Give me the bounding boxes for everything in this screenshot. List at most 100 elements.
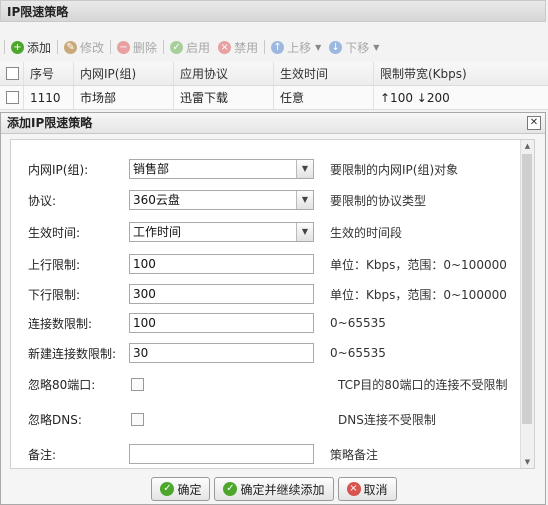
edit-label: 修改 — [80, 40, 105, 55]
down-limit-hint: 单位：Kbps，范围：0~100000 — [330, 287, 507, 302]
cancel-icon: × — [346, 482, 361, 496]
new-conn-limit-row: 新建连接数限制: 30 0~65535 — [28, 341, 528, 365]
table-header: 序号 内网IP(组) 应用协议 生效时间 限制带宽(Kbps) — [0, 62, 548, 86]
protocol-value: 360云盘 — [133, 193, 180, 207]
chevron-down-icon[interactable]: ▼ — [296, 160, 313, 178]
dialog-button-bar: ✓ 确定 ✓ 确定并继续添加 × 取消 — [1, 477, 547, 501]
enable-button[interactable]: ✓ 启用 — [170, 39, 210, 56]
dialog-title-bar: 添加IP限速策略 ✕ — [1, 113, 545, 134]
chevron-down-icon[interactable]: ▼ — [296, 191, 313, 209]
ignore-dns-hint: DNS连接不受限制 — [338, 412, 436, 427]
schedule-select[interactable]: 工作时间 ▼ — [129, 222, 314, 242]
row-bandwidth: ↑100 ↓200 — [380, 90, 450, 105]
table-row[interactable]: 1110 市场部 迅雷下载 任意 ↑100 ↓200 — [0, 86, 548, 110]
cancel-button[interactable]: × 取消 — [337, 477, 397, 501]
row-select-cell — [0, 86, 24, 109]
disable-icon: × — [218, 40, 232, 54]
schedule-hint: 生效的时间段 — [330, 225, 403, 240]
remark-row: 备注: 策略备注 — [28, 442, 528, 466]
ip-group-row: 内网IP(组): 销售部 ▼ 要限制的内网IP(组)对象 — [28, 157, 528, 181]
toolbar-divider — [4, 40, 5, 54]
ip-group-value: 销售部 — [133, 162, 170, 176]
conn-limit-input[interactable]: 100 — [129, 313, 314, 333]
edit-user-icon: ✎ — [64, 40, 78, 54]
conn-limit-row: 连接数限制: 100 0~65535 — [28, 311, 528, 335]
protocol-label: 协议: — [28, 193, 57, 208]
column-header[interactable]: 内网IP(组) — [74, 62, 174, 85]
delete-label: 删除 — [133, 40, 158, 55]
row-time: 任意 — [274, 86, 374, 109]
toolbar-divider — [110, 40, 112, 54]
delete-button[interactable]: − 删除 — [117, 39, 157, 56]
toolbar-divider — [57, 40, 59, 54]
edit-button[interactable]: ✎ 修改 — [64, 39, 104, 56]
check-icon: ✓ — [170, 40, 184, 54]
check-icon: ✓ — [160, 482, 175, 496]
disable-button[interactable]: × 禁用 — [218, 39, 258, 56]
delete-icon: − — [117, 40, 131, 54]
select-all-cell — [0, 62, 24, 85]
ip-group-label: 内网IP(组): — [28, 162, 89, 177]
add-policy-dialog: 添加IP限速策略 ✕ 内网IP(组): 销售部 ▼ 要限制的内网IP(组)对象 … — [0, 112, 546, 505]
remark-hint: 策略备注 — [330, 447, 379, 462]
protocol-hint: 要限制的协议类型 — [330, 193, 427, 208]
down-limit-input[interactable]: 300 — [129, 284, 314, 304]
form-scrollbar[interactable]: ▲ ▼ — [520, 140, 534, 468]
move-up-button[interactable]: ↑ 上移 ▼ — [271, 39, 321, 56]
enable-label: 启用 — [186, 40, 211, 55]
new-conn-limit-input[interactable]: 30 — [129, 343, 314, 363]
arrow-down-icon: ↓ — [329, 40, 343, 54]
row-protocol: 迅雷下载 — [174, 86, 274, 109]
ip-group-select[interactable]: 销售部 ▼ — [129, 159, 314, 179]
up-limit-input[interactable]: 100 — [129, 254, 314, 274]
panel-title: IP限速策略 — [0, 0, 546, 22]
ip-group-hint: 要限制的内网IP(组)对象 — [330, 162, 459, 177]
add-label: 添加 — [27, 40, 52, 55]
schedule-label: 生效时间: — [28, 225, 81, 240]
up-limit-hint: 单位：Kbps，范围：0~100000 — [330, 257, 507, 272]
dialog-form: 内网IP(组): 销售部 ▼ 要限制的内网IP(组)对象 协议: 360云盘 ▼… — [10, 139, 535, 469]
down-limit-label: 下行限制: — [28, 287, 81, 302]
cancel-label: 取消 — [363, 482, 388, 497]
column-header[interactable]: 限制带宽(Kbps) — [374, 62, 548, 85]
new-conn-limit-hint: 0~65535 — [330, 346, 386, 360]
row-checkbox[interactable] — [6, 91, 19, 104]
row-ip: 市场部 — [74, 86, 174, 109]
down-limit-row: 下行限制: 300 单位：Kbps，范围：0~100000 — [28, 282, 528, 306]
ok-button[interactable]: ✓ 确定 — [151, 477, 211, 501]
column-header[interactable]: 生效时间 — [274, 62, 374, 85]
up-limit-row: 上行限制: 100 单位：Kbps，范围：0~100000 — [28, 252, 528, 276]
ok-continue-button[interactable]: ✓ 确定并继续添加 — [214, 477, 334, 501]
check-icon: ✓ — [223, 482, 238, 496]
chevron-down-icon[interactable]: ▼ — [296, 223, 313, 241]
conn-limit-label: 连接数限制: — [28, 316, 93, 331]
protocol-select[interactable]: 360云盘 ▼ — [129, 190, 314, 210]
new-conn-limit-label: 新建连接数限制: — [28, 346, 117, 361]
ignore-80-checkbox[interactable] — [131, 377, 144, 391]
scroll-thumb[interactable] — [522, 154, 532, 424]
disable-label: 禁用 — [234, 40, 259, 55]
ok-continue-label: 确定并继续添加 — [240, 482, 325, 497]
dialog-title: 添加IP限速策略 — [7, 116, 93, 130]
arrow-up-icon: ↑ — [271, 40, 285, 54]
ignore-dns-checkbox[interactable] — [131, 412, 144, 426]
toolbar: + 添加 ✎ 修改 − 删除 ✓ 启用 × 禁用 ↑ 上移 ▼ ↓ 下移 ▼ — [0, 34, 548, 60]
protocol-row: 协议: 360云盘 ▼ 要限制的协议类型 — [28, 188, 528, 212]
ignore-dns-row: 忽略DNS: DNS连接不受限制 — [28, 407, 528, 431]
select-all-checkbox[interactable] — [6, 67, 19, 80]
column-header[interactable]: 序号 — [24, 62, 74, 85]
scroll-up-icon[interactable]: ▲ — [521, 140, 534, 152]
move-up-label: 上移 — [287, 40, 312, 55]
move-down-button[interactable]: ↓ 下移 ▼ — [329, 39, 379, 56]
toolbar-divider — [163, 40, 165, 54]
conn-limit-hint: 0~65535 — [330, 316, 386, 330]
add-button[interactable]: + 添加 — [11, 39, 51, 56]
scroll-down-icon[interactable]: ▼ — [521, 456, 534, 468]
column-header[interactable]: 应用协议 — [174, 62, 274, 85]
remark-input[interactable] — [129, 444, 314, 464]
chevron-down-icon: ▼ — [373, 42, 380, 52]
row-id: 1110 — [24, 86, 74, 109]
close-icon[interactable]: ✕ — [527, 116, 541, 130]
move-down-label: 下移 — [345, 40, 370, 55]
up-limit-label: 上行限制: — [28, 257, 81, 272]
